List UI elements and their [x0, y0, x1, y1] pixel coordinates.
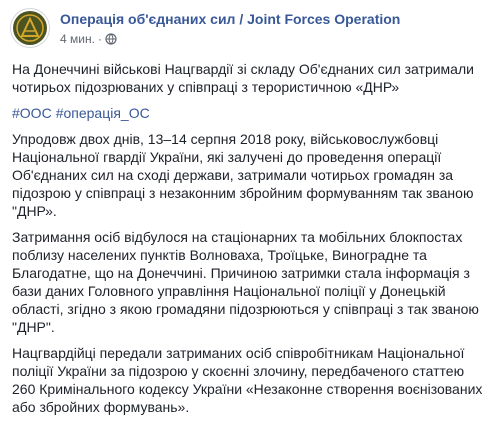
post-paragraph: Затримання осіб відбулося на стаціонарни… — [12, 229, 479, 335]
facebook-post: Операція об'єднаних сил / Joint Forces O… — [0, 0, 498, 436]
post-meta: 4 мин. · — [60, 32, 117, 48]
meta-separator: · — [97, 32, 102, 46]
page-name-link[interactable]: Операція об'єднаних сил / Joint Forces O… — [60, 11, 400, 27]
hashtag-list: #ООС #операція_ОС — [12, 104, 486, 122]
hashtag-link[interactable]: #ООС — [12, 105, 52, 121]
post-body: На Донеччині військові Нацгвардії зі скл… — [12, 60, 486, 424]
post-paragraph: Упродовж двох днів, 13–14 серпня 2018 ро… — [12, 131, 474, 219]
globe-icon[interactable] — [105, 33, 117, 48]
post-headline: На Донеччині військові Нацгвардії зі скл… — [12, 61, 474, 95]
hashtag-link[interactable]: #операція_ОС — [56, 105, 150, 121]
post-paragraph: Нацгвардійці передали затриманих осіб сп… — [12, 345, 483, 415]
jfo-emblem-icon[interactable] — [10, 8, 50, 48]
post-timestamp[interactable]: 4 мин. — [60, 32, 95, 46]
post-header: Операція об'єднаних сил / Joint Forces O… — [10, 8, 490, 50]
